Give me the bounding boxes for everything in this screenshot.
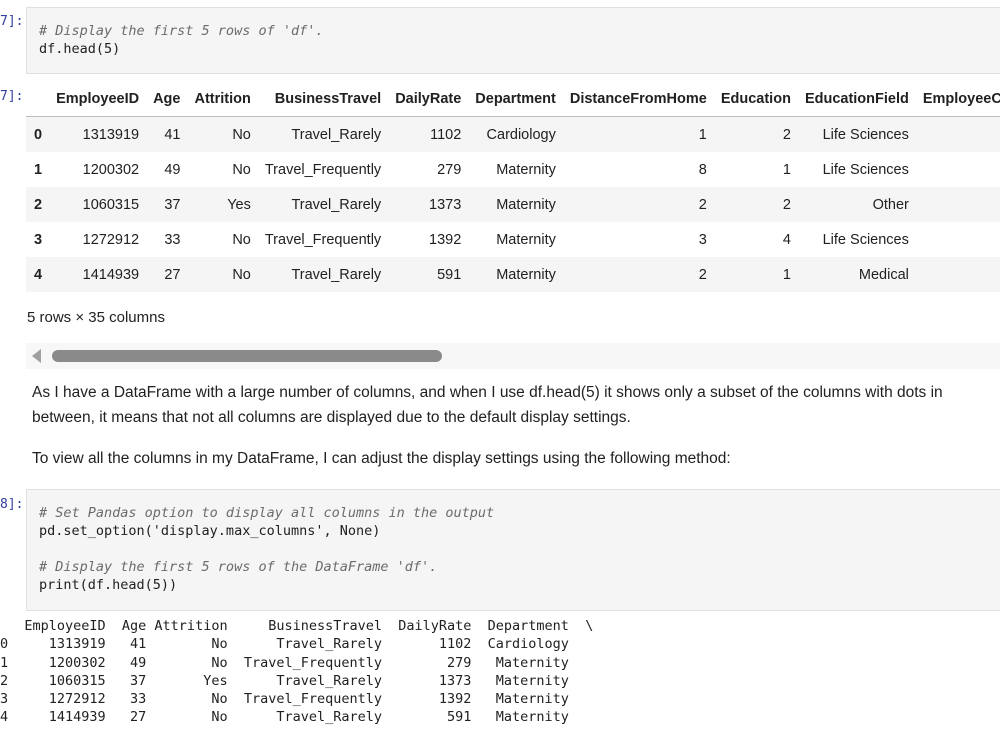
table-row: 3 1272912 33 No Travel_Frequently 1392 Materni… [26, 222, 1000, 257]
table-cell: 591 [437, 266, 462, 283]
column-header: EducationField [797, 81, 916, 117]
table-cell: 2 [698, 266, 707, 283]
header-row: EmployeeID Age Attrition BusinessTravel Dail… [26, 81, 1000, 117]
dataframe-body: 0 1313919 41 No Travel_Rarely 1102 Cardiology 1… [26, 116, 1000, 292]
table-cell: 41 [164, 126, 181, 143]
column-header: DistanceFromHome [562, 81, 714, 117]
horizontal-scrollbar[interactable] [26, 343, 1000, 369]
dataframe-shape: 5 rows × 35 columns [27, 309, 165, 326]
markdown-paragraph: To view all the columns in my DataFrame,… [32, 450, 731, 467]
column-header: EmployeeCo [915, 81, 1000, 117]
code-comment: # Display the first 5 rows of the DataFr… [39, 559, 438, 575]
table-cell: 1272912 [82, 231, 140, 248]
cell-output-prompt: 7]: [0, 89, 24, 104]
cell-input-prompt: 8]: [0, 497, 24, 512]
code-cell-2[interactable]: # Set Pandas option to display all colum… [26, 489, 1000, 611]
scroll-thumb[interactable] [52, 350, 442, 362]
table-cell: 4 [782, 231, 791, 248]
table-row: 4 1414939 27 No Travel_Rarely 591 Maternity 2 1 M… [26, 257, 1000, 292]
table-cell: 1 [782, 266, 791, 283]
table-cell: 8 [698, 161, 707, 178]
output-line: 2 1060315 37 Yes Travel_Rarely 1373 Mate… [0, 672, 594, 689]
code-comment: # Set Pandas option to display all colum… [39, 505, 495, 521]
table-cell: 2 [782, 126, 791, 143]
table-cell: 27 [164, 266, 181, 283]
code-cell-1[interactable]: # Display the first 5 rows of 'df'. df.h… [26, 7, 1000, 74]
output-line: 0 1313919 41 No Travel_Rarely 1102 Cardi… [0, 636, 594, 653]
table-cell: Maternity [496, 266, 556, 283]
print-output: EmployeeID Age Attrition BusinessTravel … [0, 617, 593, 727]
table-cell: Travel_Frequently [264, 231, 382, 248]
table-cell: 1200302 [82, 161, 140, 178]
table-cell: 1 [698, 126, 707, 143]
table-cell: 1102 [430, 126, 462, 143]
table-cell [916, 117, 1000, 153]
row-index: 4 [34, 266, 43, 283]
table-row: 2 1060315 37 Yes Travel_Rarely 1373 Maternity 2… [26, 187, 1000, 222]
table-cell: 1 [782, 161, 791, 178]
table-cell: No [232, 231, 251, 248]
table-row: 1 1200302 49 No Travel_Frequently 279 Maternit… [26, 152, 1000, 187]
output-line: 4 1414939 27 No Travel_Rarely 591 Matern… [0, 709, 594, 726]
cell-input-prompt: 7]: [0, 14, 24, 29]
table-cell: Maternity [496, 161, 556, 178]
table-cell [916, 257, 1000, 292]
table-cell: Travel_Rarely [291, 196, 382, 213]
table-cell: Travel_Rarely [291, 126, 382, 143]
table-cell: 279 [437, 161, 462, 178]
column-header: Education [713, 81, 798, 117]
dataframe-table: EmployeeID Age Attrition BusinessTravel Dail… [26, 81, 1000, 292]
table-cell: 2 [782, 196, 791, 213]
column-header: BusinessTravel [257, 81, 389, 117]
table-cell [916, 152, 1000, 187]
row-index: 1 [34, 161, 43, 178]
column-header: Age [146, 81, 188, 117]
table-cell: Medical [858, 266, 909, 283]
output-line: 3 1272912 33 No Travel_Frequently 1392 M… [0, 691, 594, 708]
table-cell: 49 [164, 161, 181, 178]
column-header: Attrition [187, 81, 258, 117]
table-row: 0 1313919 41 No Travel_Rarely 1102 Cardiology 1… [26, 116, 1000, 153]
code-line: pd.set_option('display.max_columns', Non… [39, 523, 381, 539]
table-cell: 1373 [429, 196, 462, 213]
table-cell: 37 [164, 196, 181, 213]
code-comment: # Display the first 5 rows of 'df'. [39, 23, 324, 39]
code-line: df.head(5) [39, 41, 121, 57]
row-index: 2 [34, 196, 43, 213]
column-header: DailyRate [388, 81, 469, 117]
markdown-paragraph: As I have a DataFrame with a large numbe… [32, 384, 943, 426]
table-cell: Travel_Frequently [264, 161, 382, 178]
table-cell: Life Sciences [822, 231, 909, 248]
table-cell: Life Sciences [822, 161, 909, 178]
table-cell: No [232, 266, 251, 283]
table-cell: Life Sciences [822, 126, 909, 143]
index-header [26, 81, 50, 117]
output-line: 1 1200302 49 No Travel_Frequently 279 Ma… [0, 654, 594, 671]
row-index: 0 [34, 126, 43, 143]
output-line: EmployeeID Age Attrition BusinessTravel … [0, 618, 594, 634]
table-cell [916, 222, 1000, 257]
table-cell: 1060315 [82, 196, 140, 213]
code-line: print(df.head(5)) [39, 577, 178, 593]
table-cell: 33 [164, 231, 181, 248]
table-cell: Maternity [496, 196, 556, 213]
table-cell: Yes [227, 196, 251, 213]
table-cell: 2 [698, 196, 707, 213]
row-index: 3 [34, 231, 43, 248]
table-cell: Travel_Rarely [291, 266, 382, 283]
table-cell: Cardiology [486, 126, 556, 143]
table-cell: No [232, 161, 251, 178]
scroll-left-arrow-icon[interactable] [32, 349, 41, 363]
table-cell [916, 187, 1000, 222]
table-cell: 1313919 [82, 126, 140, 143]
column-header: Department [468, 81, 563, 117]
dataframe-header: EmployeeID Age Attrition BusinessTravel Dail… [26, 81, 1000, 117]
table-cell: 1414939 [82, 266, 140, 283]
table-cell: 3 [698, 231, 707, 248]
table-cell: Other [872, 196, 909, 213]
table-cell: No [232, 126, 251, 143]
table-cell: 1392 [429, 231, 462, 248]
table-cell: Maternity [496, 231, 556, 248]
column-header: EmployeeID [49, 81, 147, 117]
